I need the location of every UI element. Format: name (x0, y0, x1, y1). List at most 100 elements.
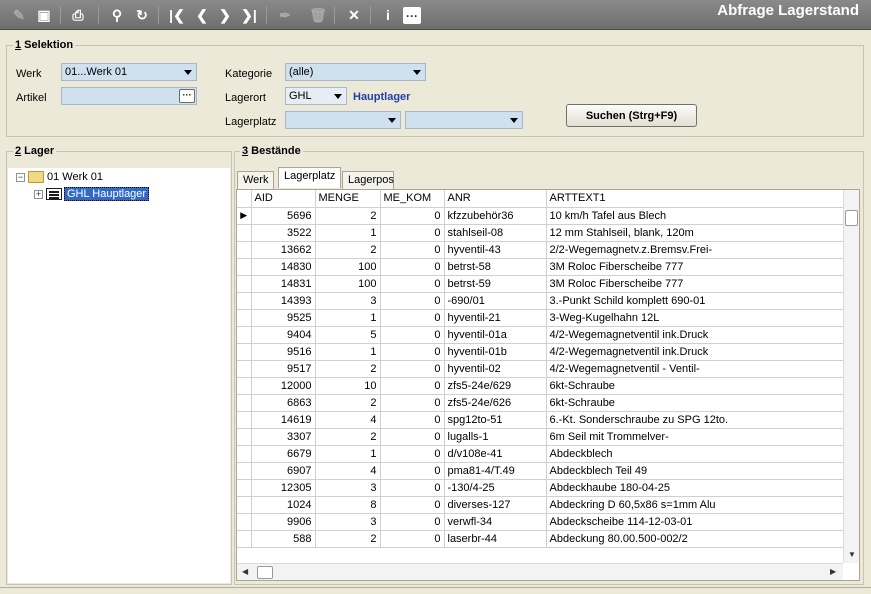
cell-arttext1[interactable]: 3M Roloc Fiberscheibe 777 (546, 275, 844, 293)
lagerplatz-select-2[interactable] (405, 111, 523, 129)
cell-aid[interactable]: 3522 (251, 224, 316, 242)
cell-aid[interactable]: 5696 (251, 207, 316, 225)
cell-arttext1[interactable]: 4/2-Wegemagnetventil - Ventil- (546, 360, 844, 378)
cell-menge[interactable]: 2 (315, 428, 381, 446)
table-row[interactable]: 588 2 0 laserbr-44 Abdeckung 80.00.500-002/2 (237, 530, 844, 548)
cell-menge[interactable]: 100 (315, 275, 381, 293)
cell-menge[interactable]: 100 (315, 258, 381, 276)
table-row[interactable]: 9517 2 0 hyventil-02 4/2-Wegemagnetventil - … (237, 360, 844, 378)
cell-arttext1[interactable]: Abdeckblech (546, 445, 844, 463)
cell-me-kom[interactable]: 0 (380, 207, 445, 225)
last-record-icon[interactable]: ❯| (239, 5, 259, 25)
scroll-down-icon[interactable]: ▼ (848, 550, 856, 559)
close-icon[interactable]: ✕ (344, 5, 364, 25)
cell-arttext1[interactable]: 4/2-Wegemagnetventil ink.Druck (546, 343, 844, 361)
row-indicator[interactable] (237, 258, 252, 276)
table-row[interactable]: 13662 2 0 hyventil-43 2/2-Wegemagnetv.z.Brem… (237, 241, 844, 259)
cell-anr[interactable]: -130/4-25 (444, 479, 547, 497)
cell-menge[interactable]: 2 (315, 530, 381, 548)
cell-anr[interactable]: betrst-58 (444, 258, 547, 276)
cell-me-kom[interactable]: 0 (380, 224, 445, 242)
edit-icon[interactable]: ✎ (9, 5, 29, 25)
cell-me-kom[interactable]: 0 (380, 275, 445, 293)
cell-me-kom[interactable]: 0 (380, 326, 445, 344)
row-indicator[interactable] (237, 275, 252, 293)
column-header-me-kom[interactable]: ME_KOM (380, 190, 445, 208)
cell-aid[interactable]: 14831 (251, 275, 316, 293)
cell-anr[interactable]: lugalls-1 (444, 428, 547, 446)
row-indicator[interactable] (237, 394, 252, 412)
vertical-scrollbar[interactable]: ▼ (843, 190, 859, 563)
cell-arttext1[interactable]: Abdeckhaube 180-04-25 (546, 479, 844, 497)
cell-arttext1[interactable]: Abdeckung 80.00.500-002/2 (546, 530, 844, 548)
cell-anr[interactable]: stahlseil-08 (444, 224, 547, 242)
table-row[interactable]: 14393 3 0 -690/01 3.-Punkt Schild komplett 6… (237, 292, 844, 310)
cell-menge[interactable]: 3 (315, 292, 381, 310)
cell-aid[interactable]: 9516 (251, 343, 316, 361)
lagerort-select[interactable]: GHL (285, 87, 347, 105)
cell-anr[interactable]: zfs5-24e/629 (444, 377, 547, 395)
cell-me-kom[interactable]: 0 (380, 394, 445, 412)
row-indicator[interactable] (237, 445, 252, 463)
table-row[interactable]: 3522 1 0 stahlseil-08 12 mm Stahlseil, blank… (237, 224, 844, 242)
table-row[interactable]: 14830 100 0 betrst-58 3M Roloc Fiberscheibe … (237, 258, 844, 276)
cell-me-kom[interactable]: 0 (380, 343, 445, 361)
cell-aid[interactable]: 9906 (251, 513, 316, 531)
cell-arttext1[interactable]: 10 km/h Tafel aus Blech (546, 207, 844, 225)
tree-node-werk[interactable]: − 01 Werk 01 (16, 171, 103, 183)
cell-me-kom[interactable]: 0 (380, 496, 445, 514)
table-row[interactable]: 6679 1 0 d/v108e-41 Abdeckblech (237, 445, 844, 463)
table-row[interactable]: 9525 1 0 hyventil-21 3-Weg-Kugelhahn 12L (237, 309, 844, 327)
cell-menge[interactable]: 4 (315, 462, 381, 480)
table-row[interactable]: 9516 1 0 hyventil-01b 4/2-Wegemagnetventil i… (237, 343, 844, 361)
cell-anr[interactable]: hyventil-21 (444, 309, 547, 327)
row-indicator[interactable] (237, 530, 252, 548)
cell-me-kom[interactable]: 0 (380, 411, 445, 429)
tree-node-hauptlager[interactable]: + GHL Hauptlager (34, 187, 150, 201)
cell-arttext1[interactable]: 6kt-Schraube (546, 394, 844, 412)
cell-me-kom[interactable]: 0 (380, 462, 445, 480)
cell-arttext1[interactable]: 4/2-Wegemagnetventil ink.Druck (546, 326, 844, 344)
cell-me-kom[interactable]: 0 (380, 241, 445, 259)
pencil-icon[interactable]: ✒ (275, 5, 295, 25)
row-indicator[interactable] (237, 428, 252, 446)
cell-me-kom[interactable]: 0 (380, 428, 445, 446)
cell-aid[interactable]: 3307 (251, 428, 316, 446)
row-indicator[interactable] (237, 292, 252, 310)
cell-anr[interactable]: verwfl-34 (444, 513, 547, 531)
cell-anr[interactable]: spg12to-51 (444, 411, 547, 429)
cell-menge[interactable]: 3 (315, 479, 381, 497)
tab-werk[interactable]: Werk (237, 171, 274, 190)
cell-aid[interactable]: 9404 (251, 326, 316, 344)
cell-menge[interactable]: 4 (315, 411, 381, 429)
row-indicator[interactable] (237, 360, 252, 378)
cell-anr[interactable]: hyventil-43 (444, 241, 547, 259)
cell-menge[interactable]: 2 (315, 207, 381, 225)
table-row[interactable]: 9404 5 0 hyventil-01a 4/2-Wegemagnetventil i… (237, 326, 844, 344)
cell-aid[interactable]: 12305 (251, 479, 316, 497)
collapse-icon[interactable]: − (16, 172, 25, 182)
cell-arttext1[interactable]: Abdeckring D 60,5x86 s=1mm Alu (546, 496, 844, 514)
tab-lagerplatz[interactable]: Lagerplatz (278, 167, 341, 188)
cell-menge[interactable]: 2 (315, 394, 381, 412)
row-indicator[interactable] (237, 343, 252, 361)
row-indicator[interactable] (237, 241, 252, 259)
cell-menge[interactable]: 2 (315, 360, 381, 378)
horizontal-scroll-thumb[interactable] (257, 566, 273, 579)
cell-menge[interactable]: 8 (315, 496, 381, 514)
scroll-right-icon[interactable]: ▶ (830, 567, 836, 576)
row-indicator[interactable] (237, 309, 252, 327)
row-indicator[interactable] (237, 496, 252, 514)
cell-aid[interactable]: 9517 (251, 360, 316, 378)
cell-anr[interactable]: betrst-59 (444, 275, 547, 293)
previous-record-icon[interactable]: ❮ (192, 5, 212, 25)
expand-icon[interactable]: + (34, 189, 43, 199)
cell-me-kom[interactable]: 0 (380, 258, 445, 276)
cell-aid[interactable]: 14619 (251, 411, 316, 429)
cell-me-kom[interactable]: 0 (380, 292, 445, 310)
cell-menge[interactable]: 1 (315, 309, 381, 327)
cell-aid[interactable]: 1024 (251, 496, 316, 514)
kategorie-select[interactable]: (alle) (285, 63, 426, 81)
cell-me-kom[interactable]: 0 (380, 530, 445, 548)
print-icon[interactable]: ⎙ (68, 5, 88, 25)
